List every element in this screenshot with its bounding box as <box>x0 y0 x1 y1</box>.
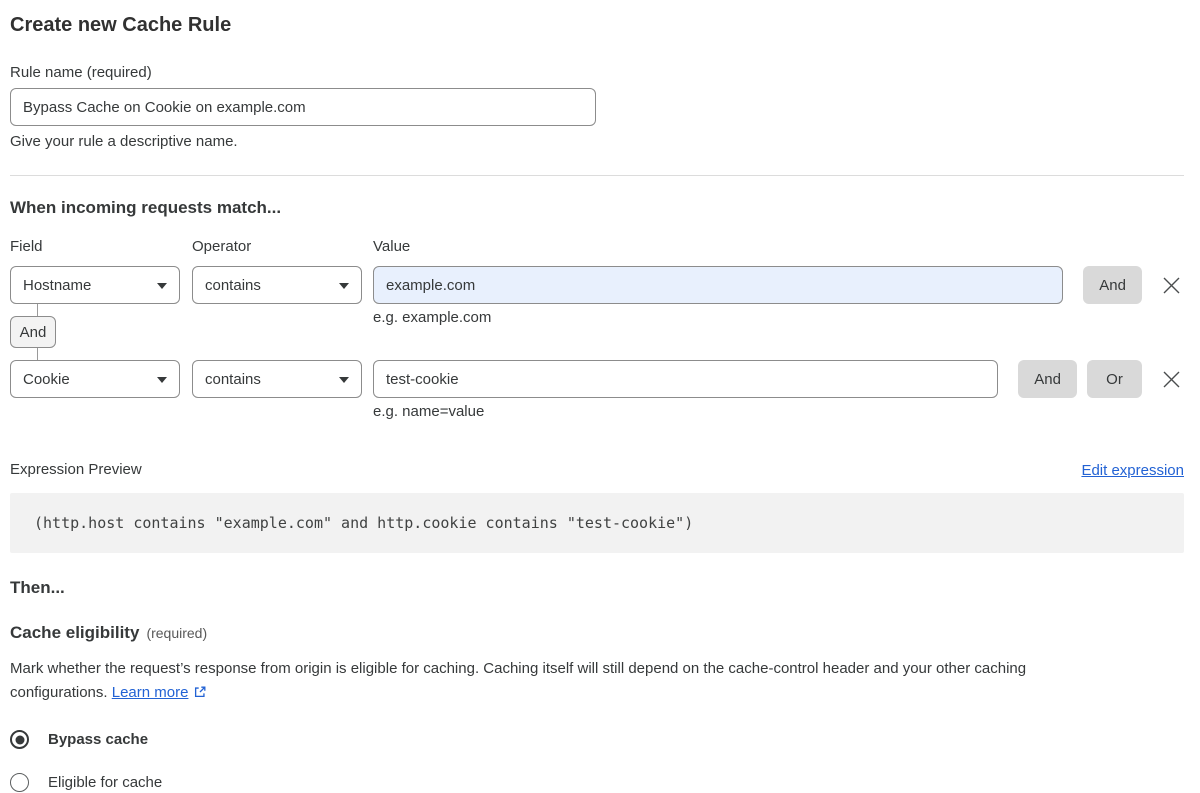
radio-button-icon <box>10 730 29 749</box>
operator-select-row2-value: contains <box>205 370 261 388</box>
field-select-row2[interactable]: Cookie <box>10 360 180 398</box>
edit-expression-link[interactable]: Edit expression <box>1081 462 1184 479</box>
create-cache-rule-form: Create new Cache Rule Rule name (require… <box>0 0 1200 792</box>
chevron-down-icon <box>157 377 167 383</box>
radio-eligible-for-cache[interactable]: Eligible for cache <box>10 773 1184 792</box>
match-row-1: Hostname contains And <box>10 266 1184 304</box>
rule-name-help: Give your rule a descriptive name. <box>10 133 238 150</box>
operator-column-label: Operator <box>192 238 252 255</box>
add-or-condition-button-row2[interactable]: Or <box>1087 360 1142 398</box>
add-and-condition-button-row1[interactable]: And <box>1083 266 1142 304</box>
required-note: (required) <box>146 625 208 641</box>
cache-eligibility-description: Mark whether the request’s response from… <box>10 657 1184 707</box>
field-column-label: Field <box>10 238 43 255</box>
expression-preview-header: Expression Preview Edit expression <box>10 461 1184 479</box>
remove-condition-button-row2[interactable] <box>1158 366 1184 392</box>
radio-eligible-for-cache-label: Eligible for cache <box>48 774 163 791</box>
radio-bypass-cache-label: Bypass cache <box>48 731 149 748</box>
description-line1: Mark whether the request’s response from… <box>10 660 1027 677</box>
radio-button-icon <box>10 773 29 792</box>
operator-select-row1-value: contains <box>205 276 261 294</box>
condition-connector-block: And e.g. example.com <box>10 304 1184 360</box>
and-connector-chip[interactable]: And <box>10 316 56 348</box>
external-link-icon <box>193 686 207 703</box>
rule-name-label: Rule name (required) <box>10 64 152 81</box>
expression-preview-code: (http.host contains "example.com" and ht… <box>10 493 1184 553</box>
value-hint-row2: e.g. name=value <box>373 403 485 420</box>
value-input-row1[interactable] <box>373 266 1064 304</box>
value-hint-row1: e.g. example.com <box>373 309 492 326</box>
learn-more-link[interactable]: Learn more <box>112 684 189 701</box>
cache-eligibility-options: Bypass cache Eligible for cache <box>10 730 1184 792</box>
remove-condition-button-row1[interactable] <box>1158 272 1184 298</box>
radio-bypass-cache[interactable]: Bypass cache <box>10 730 1184 749</box>
chevron-down-icon <box>157 283 167 289</box>
field-select-row1-value: Hostname <box>23 276 92 294</box>
operator-select-row2[interactable]: contains <box>192 360 362 398</box>
match-section-heading: When incoming requests match... <box>10 198 282 217</box>
field-select-row2-value: Cookie <box>23 370 70 388</box>
value-column-label: Value <box>373 238 411 255</box>
field-select-row1[interactable]: Hostname <box>10 266 180 304</box>
radio-dot <box>15 735 24 744</box>
cache-eligibility-heading: Cache eligibility (required) <box>10 623 1184 644</box>
close-icon <box>1162 370 1181 389</box>
chevron-down-icon <box>339 377 349 383</box>
match-row-2: Cookie contains And Or <box>10 360 1184 398</box>
value-input-row2[interactable] <box>373 360 999 398</box>
chevron-down-icon <box>339 283 349 289</box>
expression-preview-label: Expression Preview <box>10 461 142 478</box>
add-and-condition-button-row2[interactable]: And <box>1018 360 1077 398</box>
then-section-heading: Then... <box>10 578 65 597</box>
section-divider <box>10 175 1184 176</box>
description-line2: configurations. <box>10 684 108 701</box>
cache-eligibility-label: Cache eligibility <box>10 623 140 642</box>
close-icon <box>1162 276 1181 295</box>
operator-select-row1[interactable]: contains <box>192 266 362 304</box>
rule-name-input[interactable] <box>10 88 596 126</box>
match-column-headers: Field Operator Value <box>10 238 1184 256</box>
page-title: Create new Cache Rule <box>10 14 232 36</box>
